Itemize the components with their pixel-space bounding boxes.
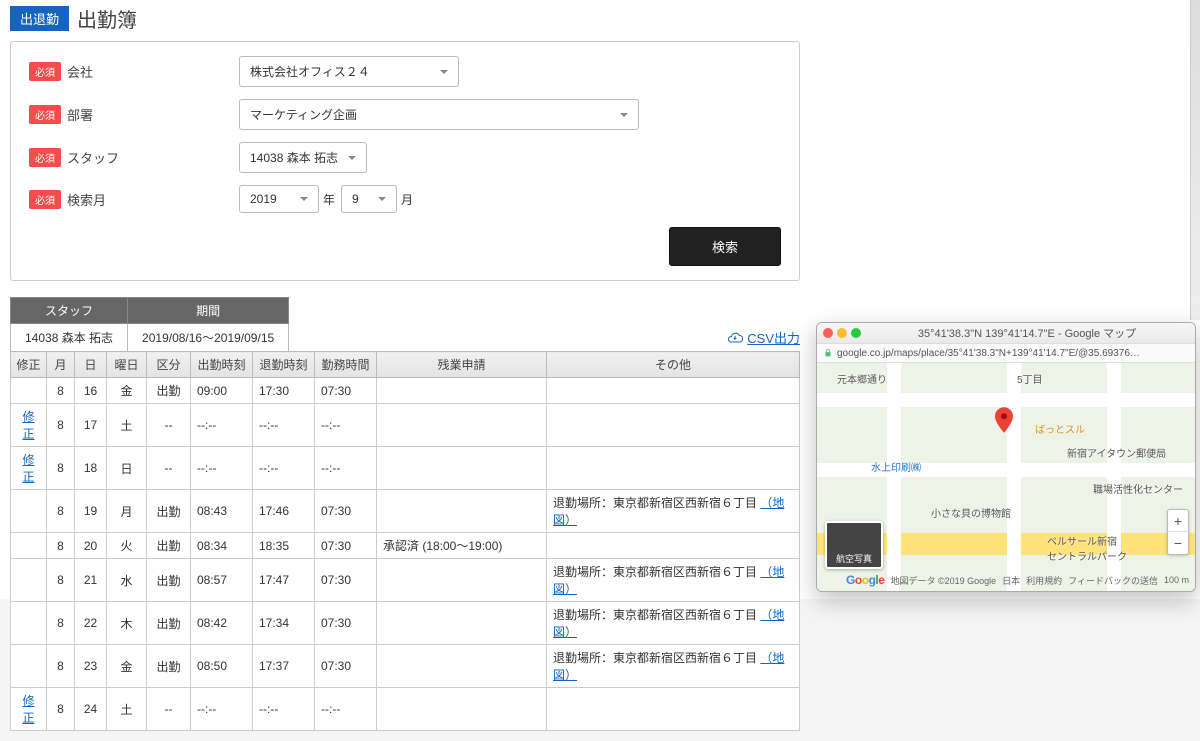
summary-staff-header: スタッフ xyxy=(11,298,128,324)
map-link[interactable]: （地図） xyxy=(553,565,784,596)
map-attribution: Google 地図データ ©2019 Google 日本 利用規約 フィードバッ… xyxy=(846,573,1189,587)
th-day: 日 xyxy=(75,352,107,378)
map-link[interactable]: （地図） xyxy=(553,496,784,527)
table-row: 修正817土----:----:----:-- xyxy=(11,404,800,447)
dept-select[interactable]: マーケティング企画 xyxy=(239,99,639,130)
map-canvas[interactable]: 元本郷通り 5丁目 ばっとスル 新宿アイタウン郵便局 水上印刷㈱ 職場活性化セン… xyxy=(817,363,1195,591)
map-poi-label[interactable]: 水上印刷㈱ xyxy=(871,459,921,474)
map-link[interactable]: （地図） xyxy=(553,651,784,682)
cloud-download-icon xyxy=(727,330,743,346)
th-other: その他 xyxy=(547,352,800,378)
th-weekday: 曜日 xyxy=(107,352,147,378)
zoom-out-button[interactable]: − xyxy=(1168,532,1188,554)
map-poi-label[interactable]: 職場活性化センター xyxy=(1093,481,1183,496)
module-badge: 出退勤 xyxy=(10,6,69,31)
table-row: 823金出勤08:5017:3707:30退勤場所：東京都新宿区西新宿６丁目 （… xyxy=(11,645,800,688)
required-tag: 必須 xyxy=(29,190,61,209)
staff-label: スタッフ xyxy=(67,148,119,167)
map-poi-label[interactable]: 小さな貝の博物館 xyxy=(931,505,1011,520)
map-pin-icon[interactable] xyxy=(995,407,1013,433)
satellite-toggle[interactable]: 航空写真 xyxy=(825,521,883,569)
table-row: 821水出勤08:5717:4707:30退勤場所：東京都新宿区西新宿６丁目 （… xyxy=(11,559,800,602)
th-edit: 修正 xyxy=(11,352,47,378)
lock-icon xyxy=(823,348,833,358)
attendance-table: 修正 月 日 曜日 区分 出勤時刻 退勤時刻 勤務時間 残業申請 その他 816… xyxy=(10,351,800,731)
minimize-dot-icon[interactable] xyxy=(837,328,847,338)
window-titlebar[interactable]: 35°41'38.3"N 139°41'14.7"E - Google マップ xyxy=(817,323,1195,343)
year-select[interactable]: 2019 xyxy=(239,185,319,213)
table-row: 816金出勤09:0017:3007:30 xyxy=(11,378,800,404)
edit-link[interactable]: 修正 xyxy=(22,453,34,484)
edit-link[interactable]: 修正 xyxy=(22,410,34,441)
table-row: 修正824土----:----:----:-- xyxy=(11,688,800,731)
map-label: 元本郷通り xyxy=(837,371,887,386)
month-select[interactable]: 9 xyxy=(341,185,397,213)
map-poi-label[interactable]: ばっとスル xyxy=(1035,421,1085,436)
summary-period-header: 期間 xyxy=(128,298,289,324)
staff-select[interactable]: 14038 森本 拓志 xyxy=(239,142,367,173)
th-out: 退勤時刻 xyxy=(253,352,315,378)
th-overtime: 残業申請 xyxy=(377,352,547,378)
th-type: 区分 xyxy=(147,352,191,378)
th-in: 出勤時刻 xyxy=(191,352,253,378)
summary-table: スタッフ 期間 14038 森本 拓志 2019/08/16～2019/09/1… xyxy=(10,297,289,352)
window-title: 35°41'38.3"N 139°41'14.7"E - Google マップ xyxy=(865,325,1189,341)
dept-label: 部署 xyxy=(67,105,93,124)
th-month: 月 xyxy=(47,352,75,378)
month-label: 検索月 xyxy=(67,190,106,209)
th-work: 勤務時間 xyxy=(315,352,377,378)
zoom-control: + − xyxy=(1167,509,1189,555)
table-row: 修正818日----:----:----:-- xyxy=(11,447,800,490)
page-title: 出勤簿 xyxy=(77,4,137,33)
map-label: 5丁目 xyxy=(1017,371,1043,386)
scrollbar[interactable] xyxy=(1190,0,1200,320)
zoom-dot-icon[interactable] xyxy=(851,328,861,338)
address-bar[interactable]: google.co.jp/maps/place/35°41'38.3"N+139… xyxy=(817,343,1195,363)
map-poi-label[interactable]: 新宿アイタウン郵便局 xyxy=(1067,445,1166,460)
company-label: 会社 xyxy=(67,62,93,81)
table-row: 819月出勤08:4317:4607:30退勤場所：東京都新宿区西新宿６丁目 （… xyxy=(11,490,800,533)
required-tag: 必須 xyxy=(29,62,61,81)
required-tag: 必須 xyxy=(29,105,61,124)
table-row: 820火出勤08:3418:3507:30承認済 (18:00〜19:00) xyxy=(11,533,800,559)
edit-link[interactable]: 修正 xyxy=(22,694,34,725)
month-unit: 月 xyxy=(401,191,413,208)
search-button[interactable]: 検索 xyxy=(669,227,781,266)
close-dot-icon[interactable] xyxy=(823,328,833,338)
company-select[interactable]: 株式会社オフィス２４ xyxy=(239,56,459,87)
zoom-in-button[interactable]: + xyxy=(1168,510,1188,532)
map-popup-window: 35°41'38.3"N 139°41'14.7"E - Google マップ … xyxy=(816,322,1196,592)
year-unit: 年 xyxy=(323,191,335,208)
filter-panel: 必須 会社 株式会社オフィス２４ 必須 部署 マーケティング企画 必須 スタッフ… xyxy=(10,41,800,281)
url-text: google.co.jp/maps/place/35°41'38.3"N+139… xyxy=(837,348,1140,359)
map-poi-label[interactable]: ベルサール新宿 セントラルパーク xyxy=(1047,533,1127,563)
map-link[interactable]: （地図） xyxy=(553,608,784,639)
google-logo: Google xyxy=(846,573,884,587)
required-tag: 必須 xyxy=(29,148,61,167)
table-row: 822木出勤08:4217:3407:30退勤場所：東京都新宿区西新宿６丁目 （… xyxy=(11,602,800,645)
csv-export-link[interactable]: CSV出力 xyxy=(727,328,800,347)
